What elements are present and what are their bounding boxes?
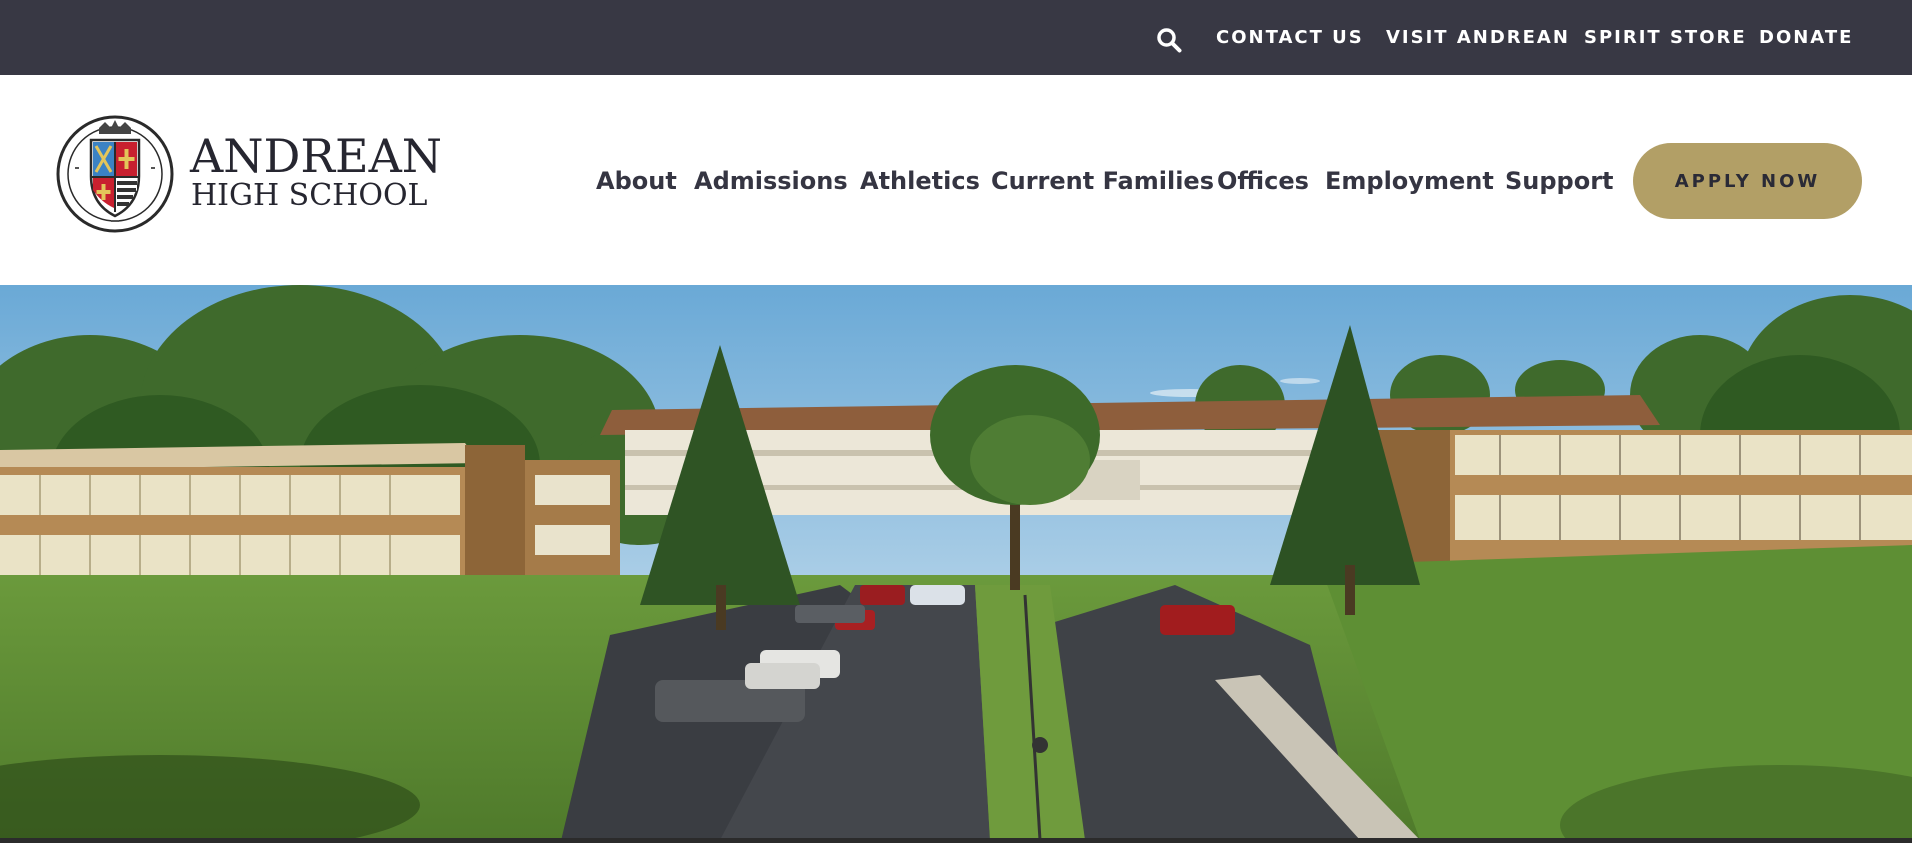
hero-image: [0, 285, 1912, 840]
utility-bar: CONTACT US VISIT ANDREAN SPIRIT STORE DO…: [0, 0, 1912, 75]
nav-athletics[interactable]: Athletics: [860, 165, 980, 197]
apply-now-button[interactable]: APPLY NOW: [1633, 143, 1862, 219]
nav-about[interactable]: About: [596, 165, 677, 197]
nav-current-families[interactable]: Current Families: [991, 165, 1214, 197]
nav-support[interactable]: Support: [1505, 165, 1614, 197]
hero-bottom-edge: [0, 838, 1912, 843]
search-icon[interactable]: [1156, 27, 1182, 53]
utility-link-visit-andrean[interactable]: VISIT ANDREAN: [1386, 27, 1570, 49]
aerial-campus-photo: [0, 285, 1912, 840]
home-logo-link[interactable]: ANDREAN HIGH SCHOOL: [55, 112, 442, 238]
school-crest-icon: [55, 112, 175, 234]
utility-link-donate[interactable]: DONATE: [1759, 27, 1853, 49]
nav-employment[interactable]: Employment: [1325, 165, 1494, 197]
school-name-line1: ANDREAN: [190, 129, 443, 183]
main-header: ANDREAN HIGH SCHOOL About Admissions Ath…: [0, 75, 1912, 285]
school-name-line2: HIGH SCHOOL: [191, 178, 428, 213]
utility-link-contact-us[interactable]: CONTACT US: [1216, 27, 1364, 49]
nav-admissions[interactable]: Admissions: [694, 165, 848, 197]
nav-offices[interactable]: Offices: [1217, 165, 1309, 197]
utility-link-spirit-store[interactable]: SPIRIT STORE: [1584, 27, 1747, 49]
